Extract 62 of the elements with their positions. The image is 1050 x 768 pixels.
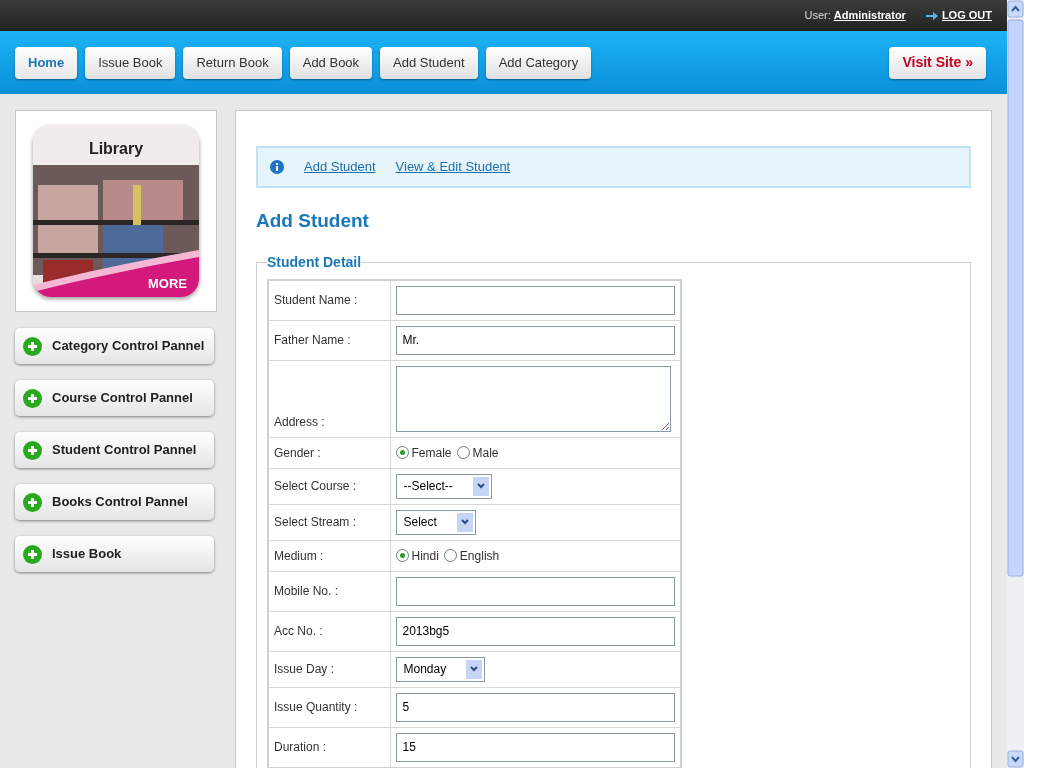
text-field[interactable]	[395, 576, 675, 606]
field-label: Address :	[274, 414, 325, 429]
sidebar-item[interactable]: Category Control Pannel	[15, 328, 214, 364]
text-field[interactable]: 5	[395, 692, 675, 722]
field-label: Father Name :	[274, 333, 351, 347]
plus-icon	[23, 440, 42, 460]
select-field[interactable]: Monday	[395, 656, 486, 682]
scrollbar[interactable]	[1007, 0, 1024, 768]
text-field[interactable]: Mr.	[395, 325, 675, 355]
radio-label: English	[459, 547, 500, 565]
field-label: Select Course :	[274, 479, 357, 493]
tab-link[interactable]: Add Student	[304, 157, 376, 177]
nav-tab[interactable]: Return Book	[183, 46, 282, 79]
field-label: Medium :	[274, 548, 324, 563]
address-field[interactable]	[395, 365, 671, 432]
radio-button[interactable]	[395, 549, 409, 562]
text-field[interactable]: 2013bg5	[395, 616, 675, 646]
radio-button[interactable]	[443, 549, 457, 562]
page-heading: Add Student	[256, 209, 370, 233]
dropdown-icon	[466, 659, 483, 679]
field-label: Student Name :	[274, 293, 358, 307]
radio-label: Female	[411, 444, 452, 462]
banner-title: Library	[87, 139, 145, 159]
dropdown-icon	[472, 476, 489, 496]
field-label: Issue Day :	[274, 662, 335, 676]
radio-label: Male	[472, 444, 499, 462]
tab-link[interactable]: View & Edit Student	[395, 157, 511, 177]
plus-icon	[23, 388, 42, 408]
logout-link[interactable]: LOG OUT	[941, 7, 992, 24]
select-field[interactable]: Select	[395, 509, 476, 535]
select-field[interactable]: --Select--	[395, 473, 492, 499]
nav-tab[interactable]: Add Category	[485, 46, 592, 79]
more-label[interactable]: MORE	[148, 273, 187, 293]
nav-tab[interactable]: Issue Book	[85, 46, 176, 79]
radio-button[interactable]	[395, 446, 409, 459]
field-label: Issue Quantity :	[274, 700, 358, 714]
plus-icon	[23, 492, 42, 512]
nav-tab[interactable]: Add Book	[289, 46, 373, 79]
user-name-link[interactable]: Administrator	[833, 7, 906, 24]
user-label: User:	[804, 8, 831, 24]
plus-icon	[23, 336, 42, 356]
sidebar-item[interactable]: Books Control Pannel	[15, 484, 214, 520]
fieldset-legend: Student Detail	[267, 251, 362, 273]
nav-tab[interactable]: Add Student	[380, 46, 478, 79]
sidebar-item[interactable]: Course Control Pannel	[15, 380, 214, 416]
field-label: Gender :	[274, 445, 321, 460]
info-icon	[270, 160, 284, 174]
arrow-right-icon	[925, 10, 938, 21]
radio-button[interactable]	[456, 446, 470, 459]
radio-label: Hindi	[411, 547, 439, 565]
text-field[interactable]: 15	[395, 732, 675, 762]
field-label: Duration :	[274, 740, 327, 754]
sidebar-item[interactable]: Student Control Pannel	[15, 432, 214, 468]
plus-icon	[23, 544, 42, 564]
field-label: Acc No. :	[274, 624, 323, 638]
text-field[interactable]	[395, 285, 675, 315]
field-label: Select Stream :	[274, 515, 357, 529]
visit-site-button[interactable]: Visit Site »	[889, 46, 986, 79]
field-label: Mobile No. :	[274, 584, 339, 598]
sidebar-item[interactable]: Issue Book	[15, 536, 214, 572]
nav-tab[interactable]: Home	[15, 46, 78, 79]
dropdown-icon	[456, 512, 473, 532]
